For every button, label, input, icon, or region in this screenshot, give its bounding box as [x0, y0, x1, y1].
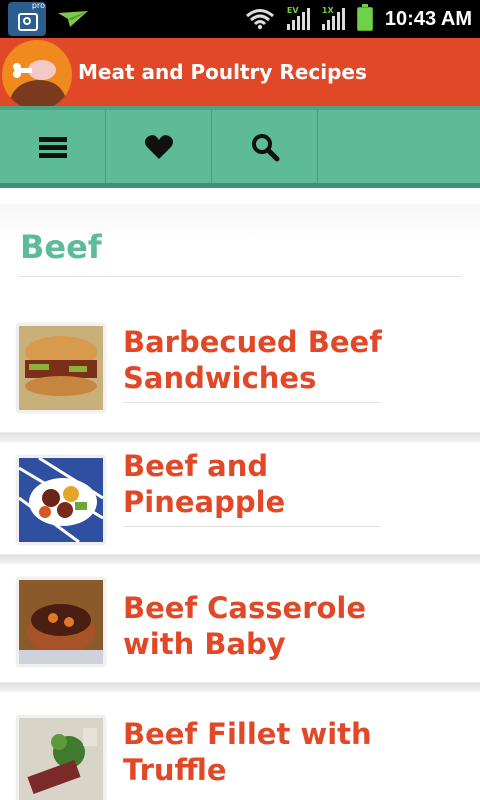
recipe-list-screen: Beef Barbecued Beef Sandwiches Beef and …: [0, 190, 480, 800]
recipe-title: Barbecued Beef Sandwiches: [123, 325, 382, 395]
recipe-thumbnail: [17, 324, 105, 412]
wifi-icon: [245, 9, 274, 30]
recipe-title: Beef Fillet with Truffle: [123, 717, 372, 787]
search-icon: [251, 133, 279, 161]
recipe-item[interactable]: Beef and Pineapple: [0, 442, 480, 566]
recipe-title: Beef and Pineapple: [123, 449, 286, 519]
app-header: Meat and Poultry Recipes: [0, 38, 480, 110]
recipe-thumbnail: [17, 716, 105, 800]
recipe-thumbnail: [17, 456, 105, 544]
notification-icons: pro: [8, 1, 90, 36]
signal-ev-icon: EV: [286, 6, 310, 30]
favorites-button[interactable]: [106, 110, 212, 183]
app-logo[interactable]: [2, 40, 72, 110]
signal-1x-icon: 1X: [321, 6, 345, 30]
section-divider: [18, 276, 462, 277]
drumstick-icon: [8, 60, 68, 110]
section-title: Beef: [20, 228, 102, 266]
system-icons: EV 1X 10:43 AM: [245, 0, 472, 38]
recipe-title: Beef Casserole with Baby: [123, 591, 367, 661]
recipe-item[interactable]: Beef Casserole with Baby: [0, 564, 480, 682]
battery-icon: [356, 4, 373, 31]
recipe-item[interactable]: Beef Fillet with Truffle: [0, 692, 480, 800]
status-bar: pro EV 1X 10:43 AM: [0, 0, 480, 38]
camera-pro-badge: pro: [31, 1, 45, 10]
heart-icon: [144, 134, 173, 159]
recipe-thumbnail: [17, 578, 105, 666]
recipe-item[interactable]: Barbecued Beef Sandwiches: [0, 308, 480, 432]
toolbar: [0, 106, 480, 188]
menu-button[interactable]: [0, 110, 106, 183]
camera-app-icon: pro: [8, 1, 46, 36]
clock: 10:43 AM: [384, 7, 472, 30]
search-button[interactable]: [212, 110, 318, 183]
app-title: Meat and Poultry Recipes: [78, 60, 367, 84]
menu-icon: [38, 136, 67, 158]
send-icon: [58, 11, 88, 27]
